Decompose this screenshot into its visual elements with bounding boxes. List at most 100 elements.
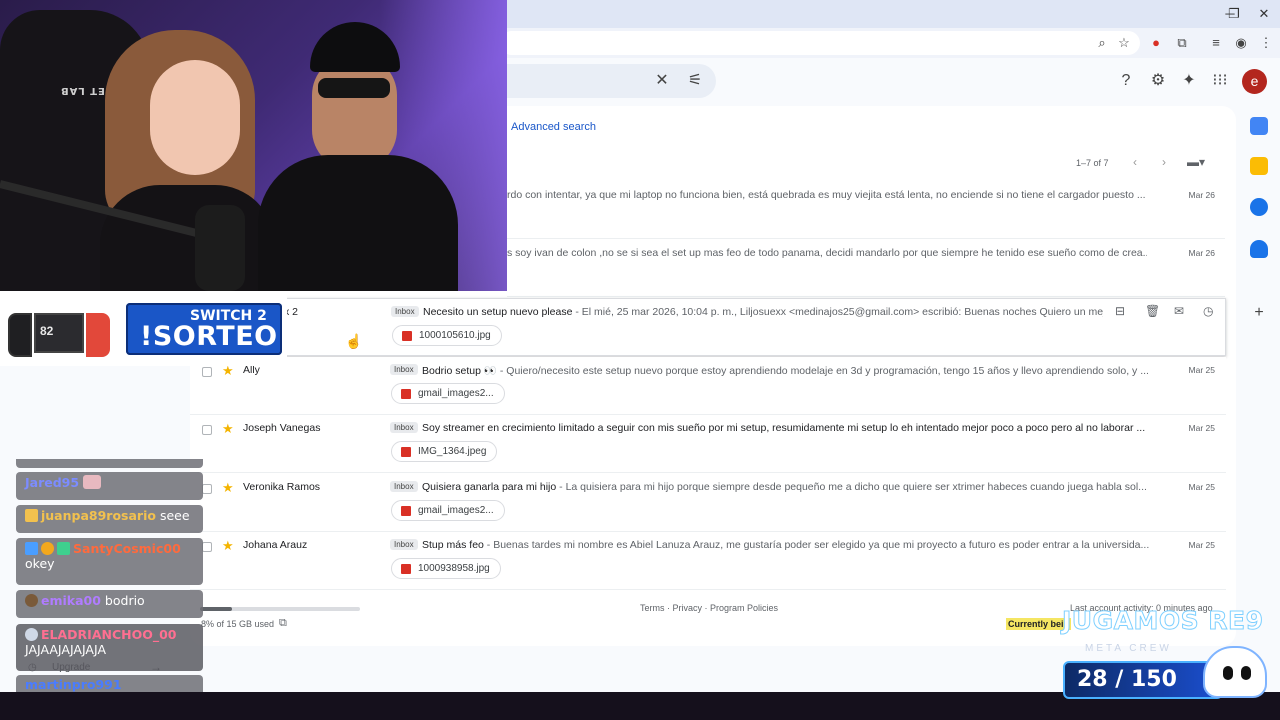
chat-message-partial	[16, 459, 203, 468]
inbox-badge: Inbox	[390, 364, 418, 375]
chat-username: juanpa89rosario	[41, 508, 156, 523]
chat-username: martinpro991	[25, 677, 122, 692]
console-screen-label: 82	[40, 324, 54, 338]
snooze-icon[interactable]: ◷	[1203, 304, 1213, 318]
chat-username: ELADRIANCHOO_00	[41, 627, 177, 642]
apps-icon[interactable]: ⁝⁝⁝	[1209, 70, 1231, 92]
pager-count: 1–7 of 7	[1076, 158, 1109, 168]
email-date: Mar 25	[1188, 423, 1215, 433]
keep-icon[interactable]	[1250, 157, 1268, 175]
add-addon-icon[interactable]: +	[1248, 302, 1270, 324]
image-icon	[402, 331, 412, 341]
giveaway-title: !SORTEO	[140, 321, 278, 352]
attachment-chip[interactable]: IMG_1364.jpeg	[391, 441, 498, 462]
browser-menu-icon[interactable]: ⋮	[1256, 33, 1276, 53]
chat-username: Jared95	[25, 475, 80, 490]
stream-brand-subtitle: META CREW	[1085, 643, 1172, 654]
image-icon	[401, 447, 411, 457]
joycon-left	[8, 313, 32, 357]
email-date: Mar 26	[1188, 248, 1215, 258]
badge-icon	[25, 509, 38, 522]
chat-username: emika00	[41, 593, 101, 608]
profile-icon[interactable]: ◉	[1231, 33, 1251, 53]
inbox-badge: Inbox	[390, 422, 418, 433]
storage-usage[interactable]: 8% of 15 GB used	[201, 619, 274, 629]
chat-message: SantyCosmic00 okey	[16, 538, 203, 585]
image-icon	[401, 506, 411, 516]
inbox-badge: Inbox	[390, 539, 418, 550]
prev-page-icon[interactable]: ‹	[1133, 155, 1137, 169]
next-page-icon[interactable]: ›	[1162, 155, 1166, 169]
row-checkbox[interactable]	[202, 542, 212, 552]
list-item[interactable]: rdo con intentar, ya que mi laptop no fu…	[507, 181, 1225, 239]
guest-sunglasses	[318, 78, 390, 98]
email-subject: Quisiera ganarla para mi hijo - La quisi…	[422, 481, 1147, 493]
row-checkbox[interactable]	[202, 425, 212, 435]
email-subject: Stup más feo - Buenas tardes mi nombre e…	[422, 539, 1150, 551]
emote-icon	[83, 475, 102, 489]
star-icon[interactable]: ★	[222, 421, 234, 437]
email-date: Mar 25	[1188, 482, 1215, 492]
attachment-chip[interactable]: gmail_images2...	[391, 383, 505, 404]
email-snippet: s soy ivan de colon ,no se si sea el set…	[507, 247, 1147, 259]
badge-icon	[25, 542, 38, 555]
clear-search-icon[interactable]: ✕	[651, 70, 673, 92]
list-item[interactable]: s soy ivan de colon ,no se si sea el set…	[507, 239, 1225, 297]
chat-message: ELADRIANCHOO_00 JAJAAJAJAJAJA	[16, 624, 203, 671]
email-subject: Soy streamer en crecimiento limitado a s…	[422, 422, 1146, 434]
email-subject: Bodrio setup 👀 - Quiero/necesito este se…	[422, 365, 1149, 377]
mascot-logo	[1203, 646, 1267, 698]
image-icon	[401, 564, 411, 574]
external-link-icon[interactable]: ⧉	[279, 617, 287, 630]
mouse-cursor-icon: ☝	[345, 333, 363, 349]
calendar-icon[interactable]	[1250, 117, 1268, 135]
attachment-chip[interactable]: 1000938958.jpg	[391, 558, 501, 579]
attachment-chip[interactable]: gmail_images2...	[391, 500, 505, 521]
row-checkbox[interactable]	[202, 484, 212, 494]
mascot-eye	[1223, 666, 1233, 680]
restore-button[interactable]: ❐	[1219, 4, 1249, 24]
email-row[interactable]: ★ Veronika Ramos Inbox Quisiera ganarla …	[190, 474, 1226, 532]
footer-links[interactable]: Terms · Privacy · Program Policies	[640, 603, 778, 613]
contacts-icon[interactable]	[1250, 240, 1268, 258]
search-options-icon[interactable]: ⚟	[684, 70, 706, 92]
account-avatar[interactable]: e	[1242, 69, 1267, 94]
stream-brand-title: JUGAMOS RE9	[1062, 606, 1264, 636]
star-icon[interactable]: ★	[222, 480, 234, 496]
bookmark-star-icon[interactable]: ☆	[1114, 33, 1134, 53]
joycon-right	[86, 313, 110, 357]
email-sender: Johana Arauz	[243, 539, 308, 551]
settings-icon[interactable]: ⚙	[1147, 70, 1169, 92]
input-tools-icon[interactable]: ▬▾	[1187, 155, 1205, 169]
email-row[interactable]: ★ Johana Arauz Inbox Stup más feo - Buen…	[190, 532, 1226, 590]
chat-message: emika00 bodrio	[16, 590, 203, 618]
guest-shirt	[258, 155, 458, 291]
storage-bar	[200, 607, 360, 611]
attachment-chip[interactable]: 1000105610.jpg	[392, 325, 502, 346]
screen: ─ ❐ ✕ ⌕ ☆ ● ⧉ ≡ ◉ ⋮ ✕ ⚟ ? ⚙ ✦ ⁝⁝⁝ e + Ad…	[0, 0, 1280, 720]
help-icon[interactable]: ?	[1115, 70, 1137, 92]
email-row[interactable]: ★ Ally Inbox Bodrio setup 👀 - Quiero/nec…	[190, 357, 1226, 415]
address-bar[interactable]	[500, 31, 1140, 55]
mascot-eye	[1241, 666, 1251, 680]
archive-icon[interactable]: ⊟	[1115, 304, 1125, 318]
streamer-face	[150, 60, 240, 175]
extension-icon[interactable]: ●	[1146, 33, 1166, 53]
gemini-icon[interactable]: ✦	[1178, 70, 1200, 92]
mark-unread-icon[interactable]: ✉	[1174, 304, 1184, 318]
tasks-icon[interactable]	[1250, 198, 1268, 216]
chat-text: JAJAAJAJAJAJA	[25, 642, 107, 657]
chat-username: SantyCosmic00	[73, 541, 181, 556]
close-window-button[interactable]: ✕	[1249, 4, 1279, 24]
puzzle-icon[interactable]: ⧉	[1172, 33, 1192, 53]
guest-face	[312, 55, 397, 170]
media-icon[interactable]: ≡	[1206, 33, 1226, 53]
advanced-search-link[interactable]: Advanced search	[511, 121, 596, 133]
zoom-icon[interactable]: ⌕	[1092, 33, 1112, 53]
microphone	[195, 205, 245, 291]
row-checkbox[interactable]	[202, 367, 212, 377]
star-icon[interactable]: ★	[222, 538, 234, 554]
email-row[interactable]: ★ Joseph Vanegas Inbox Soy streamer en c…	[190, 415, 1226, 473]
delete-icon[interactable]: 🗑	[1145, 304, 1160, 318]
email-date: Mar 25	[1188, 365, 1215, 375]
